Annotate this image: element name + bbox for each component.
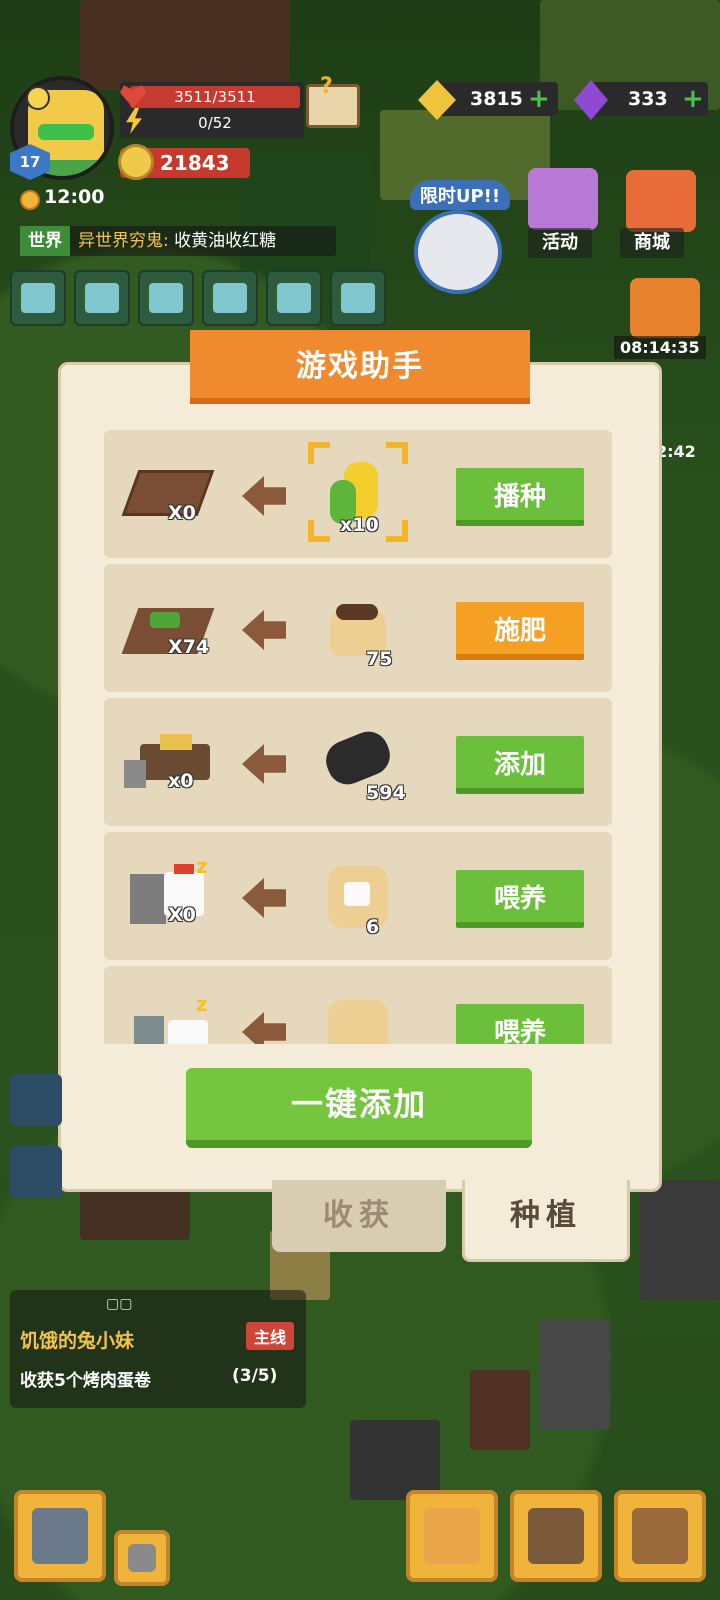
feed-chicken-button[interactable]: 喂养 — [456, 870, 584, 928]
backpack-button[interactable] — [614, 1490, 706, 1582]
pets-button[interactable] — [510, 1490, 602, 1582]
pets-icon — [528, 1508, 584, 1564]
location-button[interactable] — [10, 1146, 62, 1198]
character-button[interactable] — [406, 1490, 498, 1582]
chat-button[interactable] — [202, 270, 258, 326]
coin-icon — [118, 144, 154, 180]
chat-message: 收黄油收红糖 — [174, 231, 277, 251]
task-row-feed-cow: z 喂养 — [104, 966, 612, 1044]
one-key-add-button[interactable]: 一键添加 — [186, 1068, 532, 1148]
assistant-task-list[interactable]: X0 x10 播种 X74 75 施肥 x0 594 添加 z X0 6 喂养 … — [104, 430, 612, 1044]
game-time: 12:00 — [44, 186, 105, 208]
character-icon — [424, 1508, 480, 1564]
task-row-add-fuel: x0 594 添加 — [104, 698, 612, 826]
fertilizer-count: 75 — [366, 648, 393, 670]
wolf-portrait-icon — [414, 210, 502, 294]
limited-up-label: 限时UP!! — [410, 180, 510, 210]
gift-timer: 08:14:35 — [614, 336, 706, 359]
cow-barn-icon: z — [124, 988, 216, 1044]
camera-icon — [128, 1544, 156, 1572]
friends-icon — [149, 283, 183, 313]
sow-button[interactable]: 播种 — [456, 468, 584, 526]
tab-plant[interactable]: 种植 — [462, 1180, 630, 1262]
avatar-glasses — [38, 124, 94, 140]
corn-seed-count: x10 — [340, 514, 379, 536]
chat-channel-tag: 世界 — [20, 226, 70, 256]
task-row-sow: X0 x10 播种 — [104, 430, 612, 558]
quest-title: 饥饿的兔小妹 — [20, 1330, 135, 1352]
quest-progress: (3/5) — [232, 1366, 278, 1386]
quick-action-row — [10, 270, 386, 326]
quest-description: 收获5个烤肉蛋卷 — [20, 1371, 151, 1391]
add-fuel-button[interactable]: 添加 — [456, 736, 584, 794]
map-button[interactable] — [266, 270, 322, 326]
stats-panel: 3511/3511 0/52 — [120, 82, 304, 138]
task-row-feed-chicken: z X0 6 喂养 — [104, 832, 612, 960]
add-purple-gem-button[interactable]: + — [682, 86, 704, 112]
event-label[interactable]: 活动 — [528, 228, 592, 258]
expand-icon — [21, 283, 55, 313]
chat-sender: 异世界穷鬼: — [78, 231, 169, 251]
friends-button[interactable] — [138, 270, 194, 326]
map-icon — [277, 283, 311, 313]
arrow-left-icon — [242, 610, 286, 650]
hammer-icon — [32, 1508, 88, 1564]
guide-book-icon[interactable] — [306, 84, 360, 128]
build-hammer-button[interactable] — [14, 1490, 106, 1582]
question-mark-icon: ? — [320, 74, 333, 99]
event-icon[interactable] — [528, 168, 598, 230]
home-button[interactable] — [10, 1074, 62, 1126]
feed-cow-button[interactable]: 喂养 — [456, 1004, 584, 1044]
add-gold-gem-button[interactable]: + — [528, 86, 550, 112]
id-card-button[interactable] — [330, 270, 386, 326]
arrow-left-icon — [242, 476, 286, 516]
chicken-coop-count: X0 — [168, 904, 196, 926]
fertilize-button[interactable]: 施肥 — [456, 602, 584, 660]
sun-clock-icon — [20, 190, 40, 210]
arrow-left-icon — [242, 1012, 286, 1044]
mail-icon — [85, 283, 119, 313]
store-label[interactable]: 商城 — [620, 228, 684, 258]
farmland-count: X0 — [168, 502, 196, 524]
mine-cart-count: x0 — [168, 770, 194, 792]
backpack-icon — [632, 1508, 688, 1564]
arrow-left-icon — [242, 878, 286, 918]
camera-button[interactable] — [114, 1530, 170, 1586]
arrow-left-icon — [242, 744, 286, 784]
tab-harvest[interactable]: 收获 — [272, 1180, 446, 1252]
dialog-title: 游戏助手 — [190, 330, 530, 404]
energy-value: 0/52 — [198, 114, 232, 132]
cow-feed-bag-icon[interactable] — [318, 986, 398, 1044]
chat-bubble-icon — [213, 283, 247, 313]
store-icon[interactable] — [626, 170, 696, 232]
growing-field-count: X74 — [168, 636, 210, 658]
coal-count: 594 — [366, 782, 406, 804]
mail-button[interactable] — [74, 270, 130, 326]
quest-tracker[interactable]: ▢▢ 饥饿的兔小妹 主线 收获5个烤肉蛋卷 (3/5) — [10, 1290, 306, 1408]
fullscreen-button[interactable] — [10, 270, 66, 326]
hp-bar: 3511/3511 — [130, 86, 300, 108]
id-card-icon — [341, 283, 375, 313]
task-row-fertilize: X74 75 施肥 — [104, 564, 612, 692]
chicken-feed-count: 6 — [366, 916, 380, 938]
chicken-feed-bag-icon[interactable] — [318, 852, 398, 936]
emote-smile-icon[interactable] — [26, 86, 50, 110]
limited-up-banner[interactable]: 限时UP!! — [410, 180, 510, 294]
quest-main-tag: 主线 — [246, 1322, 295, 1350]
gift-box-icon[interactable] — [630, 278, 700, 338]
world-chat-bar[interactable]: 世界 异世界穷鬼: 收黄油收红糖 — [20, 226, 336, 256]
quest-page-dots: ▢▢ — [106, 1296, 133, 1312]
